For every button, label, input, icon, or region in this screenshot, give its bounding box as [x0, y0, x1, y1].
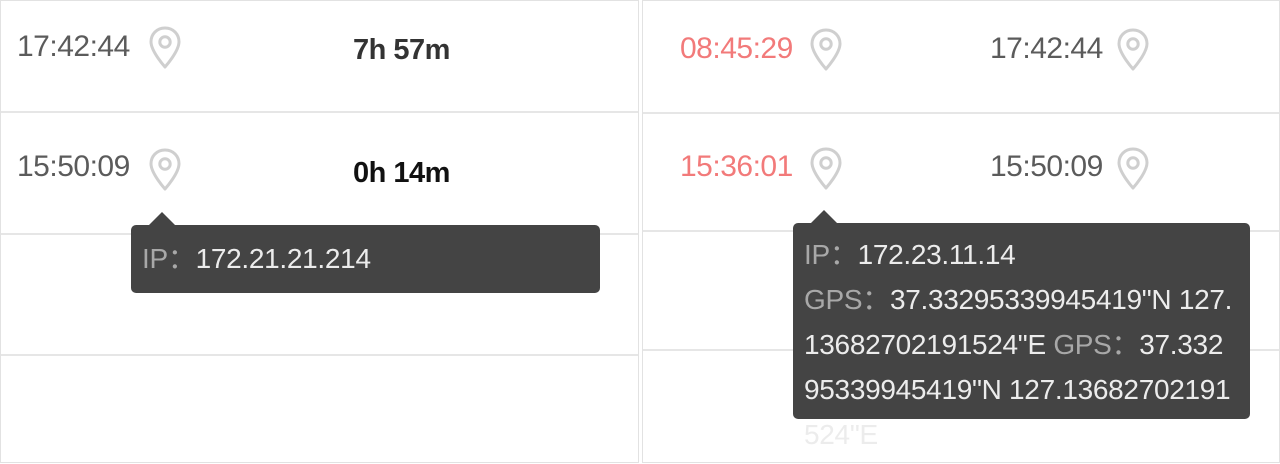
map-pin-icon[interactable]	[808, 146, 844, 192]
tooltip-gps-text: GPS：37.33295339945419"N 127.136827021915…	[804, 284, 1232, 450]
check-out-time: 17:42:44	[17, 30, 130, 63]
map-pin-icon[interactable]	[147, 25, 183, 71]
attendance-row: 15:36:01 15:50:09	[643, 114, 1279, 232]
check-out-time: 17:42:44	[990, 32, 1103, 65]
check-out-time: 15:50:09	[990, 150, 1103, 183]
gps-label: GPS	[1053, 329, 1112, 360]
tooltip-ip-line: IP：172.21.21.214	[142, 236, 588, 281]
check-out-time: 15:50:09	[17, 150, 130, 183]
separator: ：	[829, 239, 858, 270]
tooltip-arrow	[148, 212, 176, 226]
work-duration: 0h 14m	[353, 157, 450, 189]
map-pin-icon[interactable]	[1115, 146, 1151, 192]
check-in-time: 15:36:01	[680, 150, 793, 183]
left-attendance-panel: 17:42:44 7h 57m 15:50:09 0h 14m IP：172.2…	[0, 0, 639, 463]
separator: ：	[1111, 329, 1140, 360]
map-pin-icon[interactable]	[808, 27, 844, 73]
right-attendance-panel: 08:45:29 17:42:44 15:36:01 15:50:09 IP：1…	[642, 0, 1280, 463]
attendance-row: 08:45:29 17:42:44	[643, 1, 1279, 114]
map-pin-icon[interactable]	[147, 147, 183, 193]
location-tooltip: IP：172.21.21.214	[131, 212, 600, 293]
map-pin-icon[interactable]	[1115, 27, 1151, 73]
ip-label: IP	[142, 243, 168, 274]
tooltip-ip-line: IP：172.23.11.14	[804, 232, 1238, 277]
attendance-row: 15:50:09 0h 14m	[1, 113, 638, 235]
work-duration: 7h 57m	[353, 34, 450, 66]
location-tooltip: IP：172.23.11.14 GPS：37.33295339945419"N …	[793, 210, 1250, 450]
separator: ：	[862, 284, 890, 315]
ip-value: 172.21.21.214	[195, 243, 371, 274]
gps-label: GPS	[804, 284, 863, 315]
check-in-time: 08:45:29	[680, 32, 793, 65]
attendance-row: 17:42:44 7h 57m	[1, 1, 638, 113]
separator: ：	[167, 243, 196, 274]
tooltip-arrow	[810, 210, 838, 224]
ip-value: 172.23.11.14	[857, 239, 1016, 270]
ip-label: IP	[804, 239, 830, 270]
